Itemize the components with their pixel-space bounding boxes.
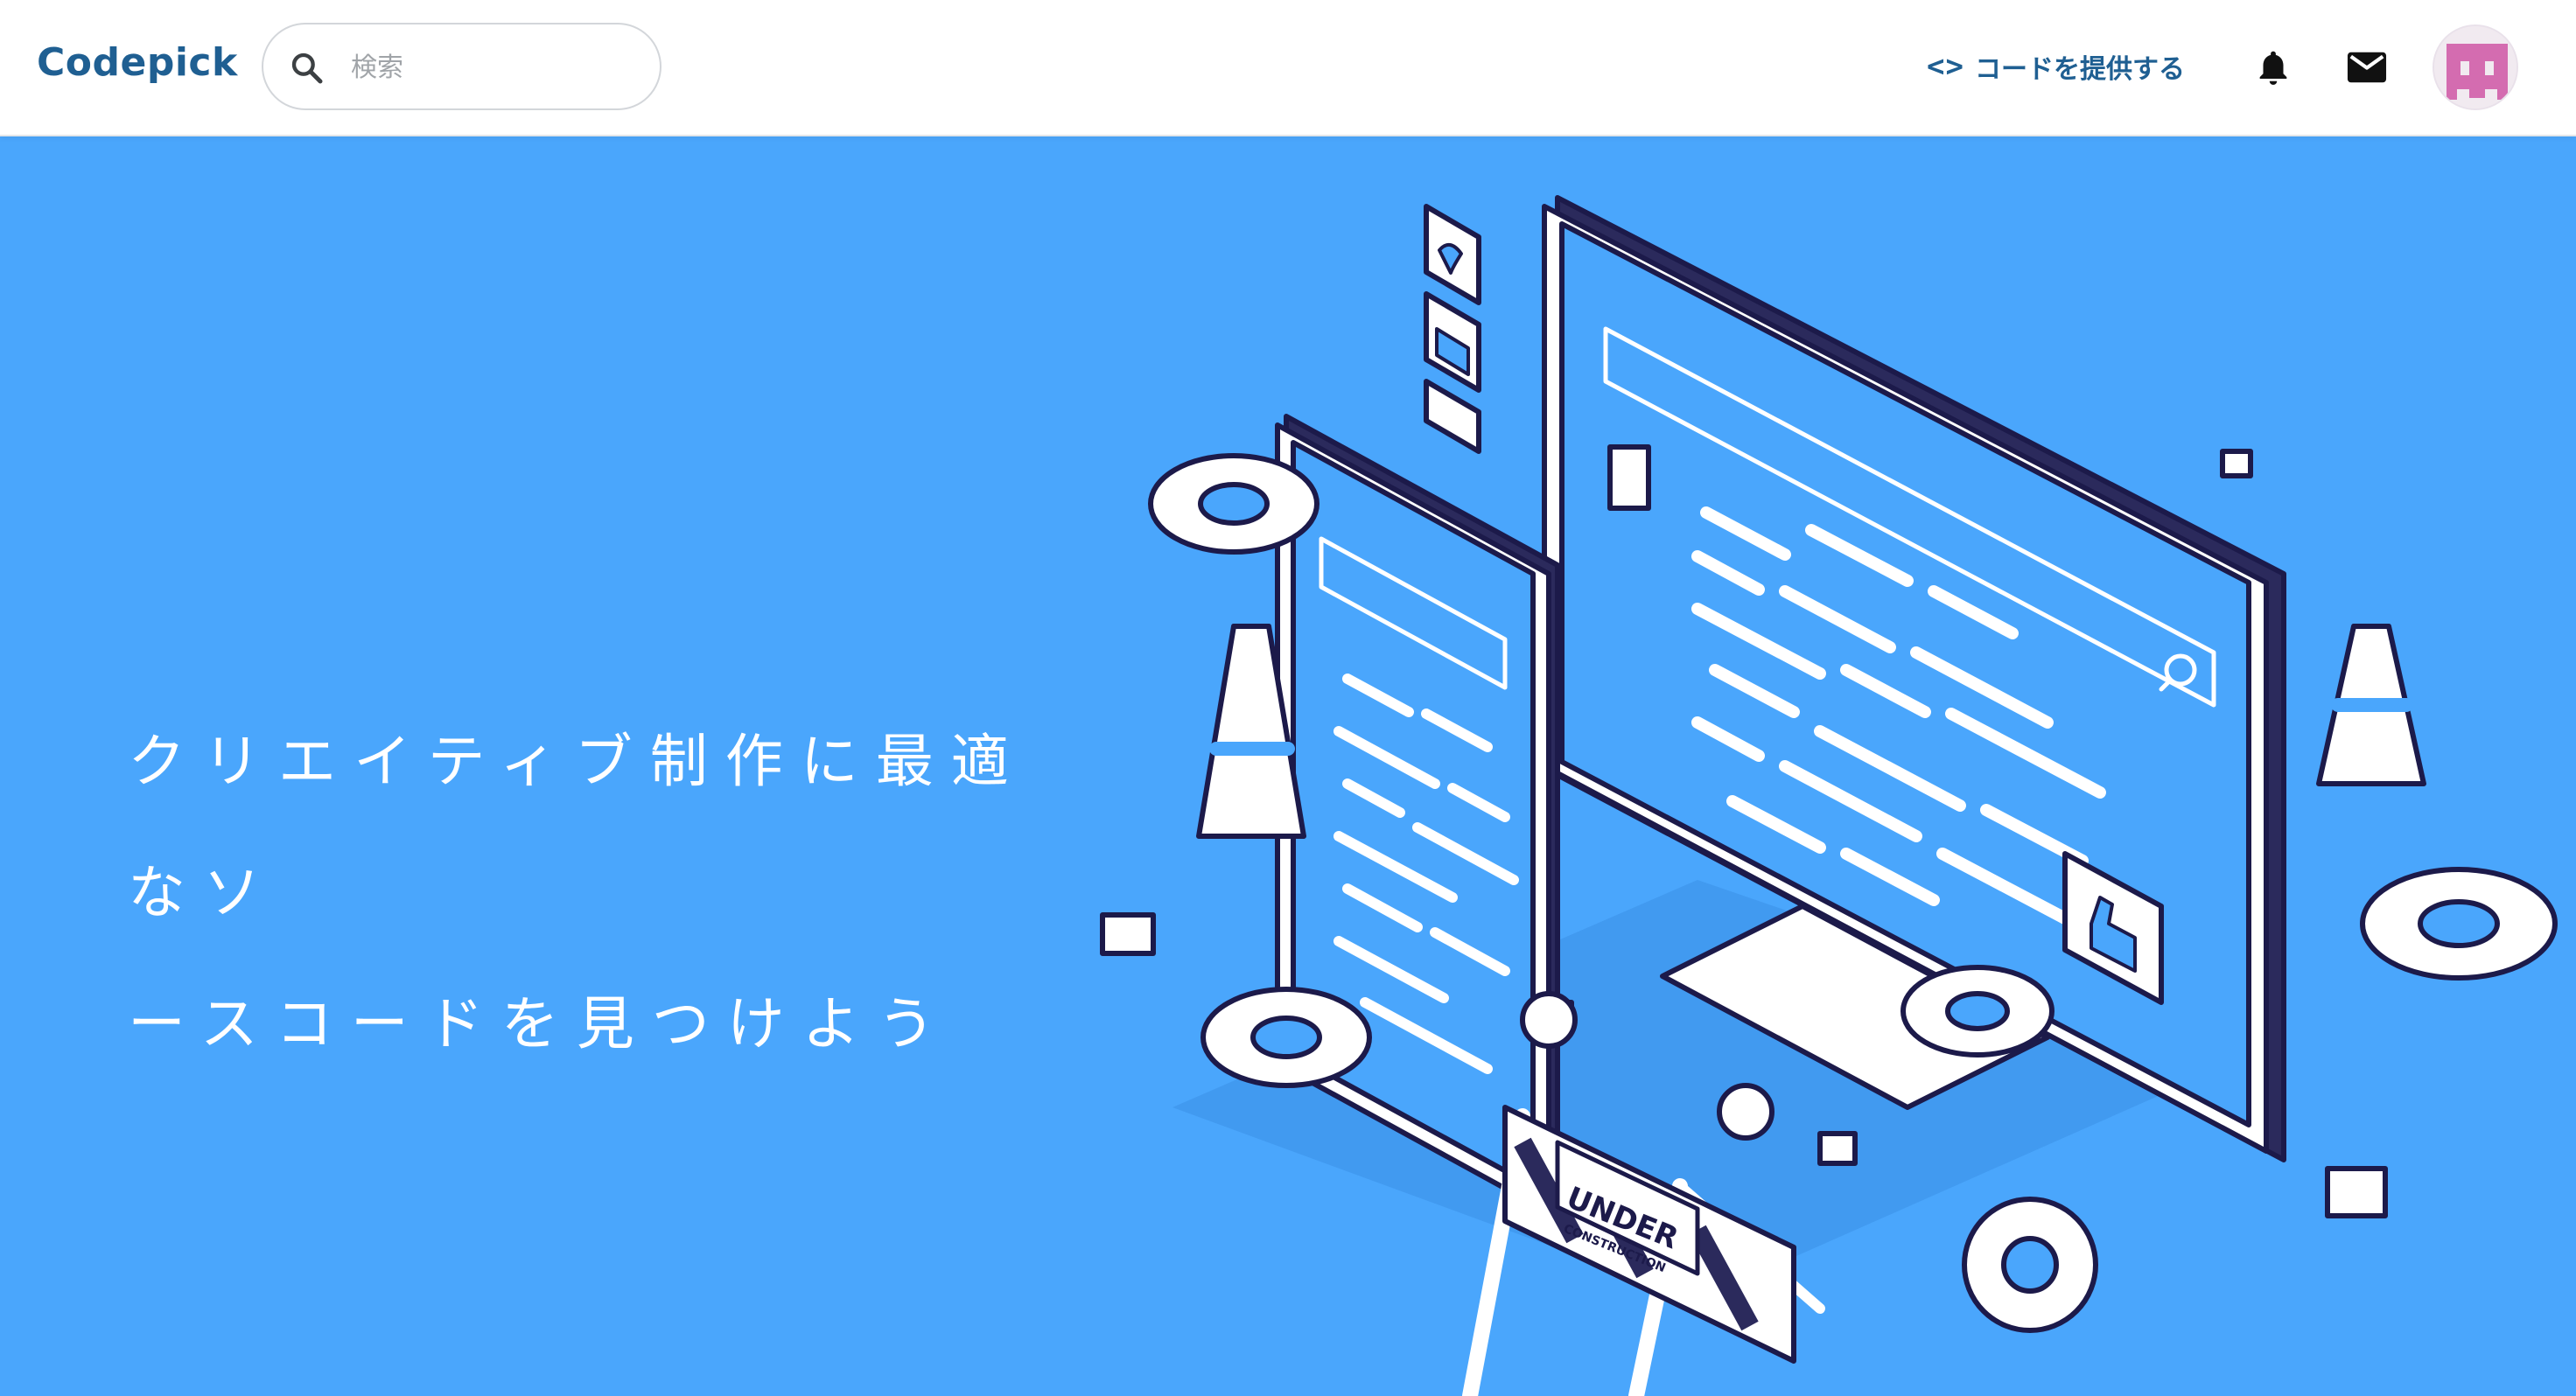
avatar-pattern-icon xyxy=(2434,26,2516,108)
user-avatar[interactable] xyxy=(2432,24,2518,110)
hero-banner: クリエイティブ制作に最適なソ ースコードを見つけよう UNDER CONSTRU… xyxy=(0,136,2576,1396)
bell-icon[interactable] xyxy=(2253,47,2293,87)
social-icons-stack xyxy=(1424,204,1481,454)
hero-headline-line-1: クリエイティブ制作に最適なソ xyxy=(128,728,1026,926)
top-nav-bar: Codepick <> コードを提供する xyxy=(0,0,2576,136)
under-construction-illustration: UNDER CONSTRUCTION xyxy=(1100,195,2558,1396)
search-input[interactable] xyxy=(351,42,631,93)
hero-headline-line-2: ースコードを見つけよう xyxy=(128,990,953,1057)
code-brackets-icon: <> xyxy=(1927,49,1964,84)
isometric-scene xyxy=(1100,195,2558,1396)
provide-code-link[interactable]: <> コードを提供する xyxy=(1927,44,2185,89)
site-logo[interactable]: Codepick xyxy=(37,40,238,93)
mail-icon[interactable] xyxy=(2347,51,2387,84)
provide-code-label: コードを提供する xyxy=(1974,54,2185,85)
search-bar[interactable] xyxy=(262,23,662,110)
hero-headline: クリエイティブ制作に最適なソ ースコードを見つけよう xyxy=(128,696,1090,1090)
search-icon xyxy=(291,52,323,84)
